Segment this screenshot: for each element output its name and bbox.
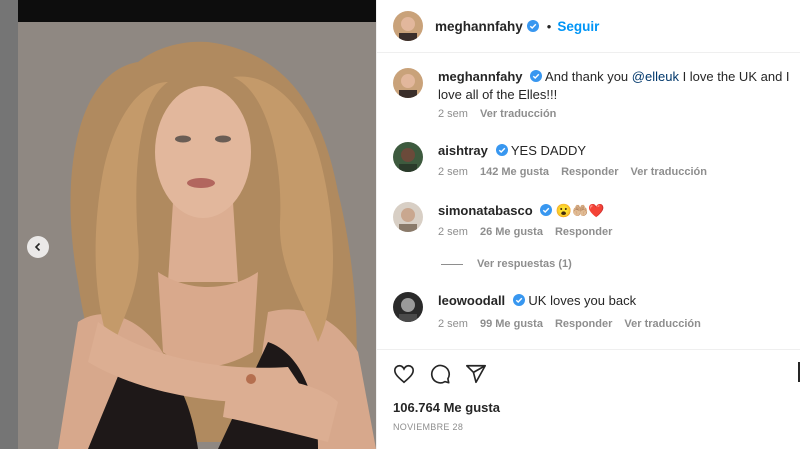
author-avatar[interactable] xyxy=(393,11,423,41)
commenter-avatar[interactable] xyxy=(393,142,423,172)
likes-count[interactable]: 106.764 Me gusta xyxy=(393,400,500,415)
verified-badge-icon xyxy=(495,144,508,156)
comment-time[interactable]: 2 sem xyxy=(438,166,468,178)
comment-icon[interactable] xyxy=(429,363,451,385)
chevron-left-icon xyxy=(34,242,41,252)
comment-time[interactable]: 2 sem xyxy=(438,226,468,238)
reply-button[interactable]: Responder xyxy=(555,318,612,330)
commenter-avatar[interactable] xyxy=(393,202,423,232)
comment-username[interactable]: simonatabasco xyxy=(438,203,533,218)
commenter-avatar[interactable] xyxy=(393,68,423,98)
comment-username[interactable]: leowoodall xyxy=(438,293,505,308)
comment-likes[interactable]: 99 Me gusta xyxy=(480,318,543,330)
comment-text-before: And thank you xyxy=(545,69,632,84)
comment-likes[interactable]: 142 Me gusta xyxy=(480,166,549,178)
verified-badge-icon xyxy=(526,20,539,32)
post-date: NOVIEMBRE 28 xyxy=(393,422,464,432)
see-translation-link[interactable]: Ver traducción xyxy=(624,318,700,330)
post-photo xyxy=(18,22,376,449)
author-username[interactable]: meghannfahy xyxy=(435,19,523,34)
photo-top-bar xyxy=(18,0,376,22)
separator-dot: • xyxy=(546,18,552,34)
follow-button[interactable]: Seguir xyxy=(557,19,599,34)
view-replies-label: Ver respuestas (1) xyxy=(477,258,572,270)
heart-icon[interactable] xyxy=(393,363,415,385)
comment-username[interactable]: meghannfahy xyxy=(438,69,523,84)
comment-time[interactable]: 2 sem xyxy=(438,318,468,330)
comment-meta: 2 sem 26 Me gusta Responder xyxy=(438,226,612,238)
mention-link[interactable]: @elleuk xyxy=(632,69,679,84)
comment-text: aishtray YES DADDY xyxy=(438,142,798,160)
comment-likes[interactable]: 26 Me gusta xyxy=(480,226,543,238)
comment-time[interactable]: 2 sem xyxy=(438,108,468,120)
comment-meta: 2 sem 99 Me gusta Responder Ver traducci… xyxy=(438,318,701,330)
comment-text: leowoodall UK loves you back xyxy=(438,292,798,310)
comment-text: meghannfahy And thank you @elleuk I love… xyxy=(438,68,798,104)
share-icon[interactable] xyxy=(465,363,487,385)
view-replies-button[interactable]: Ver respuestas (1) xyxy=(441,258,572,270)
commenter-avatar[interactable] xyxy=(393,292,423,322)
reply-button[interactable]: Responder xyxy=(555,226,612,238)
comment-text: simonatabasco 😮🤲🏼❤️ xyxy=(438,202,798,220)
post-panel: meghannfahy • Seguir meghannfahy And tha… xyxy=(376,0,800,449)
comment-content: 😮🤲🏼❤️ xyxy=(555,203,605,218)
comment-username[interactable]: aishtray xyxy=(438,143,488,158)
comment-meta: 2 sem Ver traducción xyxy=(438,108,556,120)
comment-content: YES DADDY xyxy=(510,143,587,158)
reply-button[interactable]: Responder xyxy=(561,166,618,178)
background-strip xyxy=(0,0,18,449)
replies-divider-line xyxy=(441,263,463,265)
verified-badge-icon xyxy=(530,70,543,82)
see-translation-link[interactable]: Ver traducción xyxy=(631,166,707,178)
comment-content: UK loves you back xyxy=(528,293,637,308)
action-icons xyxy=(393,363,487,385)
post-actions: 106.764 Me gusta NOVIEMBRE 28 xyxy=(377,349,800,449)
carousel-previous-button[interactable] xyxy=(27,236,49,258)
verified-badge-icon xyxy=(540,204,553,216)
comment-meta: 2 sem 142 Me gusta Responder Ver traducc… xyxy=(438,166,707,178)
verified-badge-icon xyxy=(512,294,525,306)
post-header: meghannfahy • Seguir xyxy=(377,0,800,53)
see-translation-link[interactable]: Ver traducción xyxy=(480,108,556,120)
